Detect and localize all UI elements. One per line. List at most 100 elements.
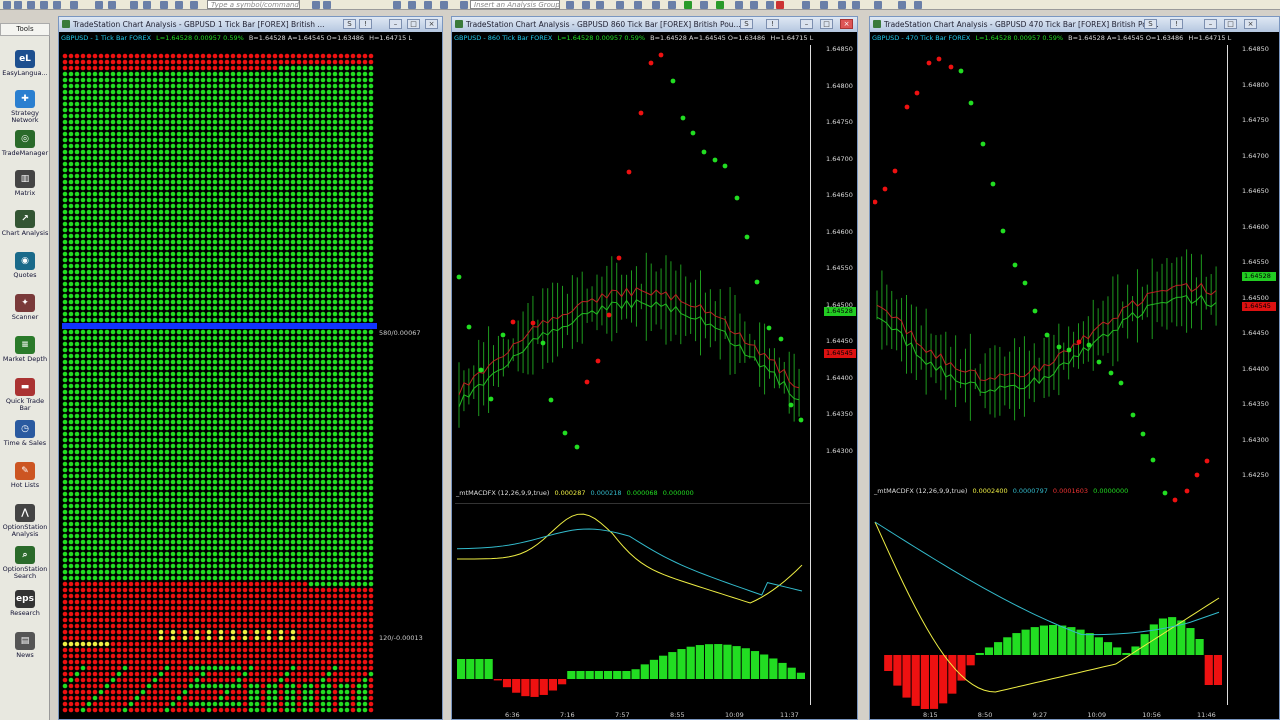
zoom-out-icon[interactable] [750,1,758,9]
sidebar-item-quick-trade-bar[interactable]: ▬ Quick Trade Bar [0,378,50,412]
analysis-group-icon[interactable] [460,1,468,9]
sidebar-item-label: Strategy Network [11,109,39,124]
tick-dot [140,353,146,359]
tick-dot [158,317,164,323]
find-icon[interactable] [160,1,168,9]
cut-icon[interactable] [70,1,78,9]
sidebar-item-time-sales[interactable]: ◷ Time & Sales [0,420,50,447]
tick-dot [98,59,104,65]
symbol-lookup-icon[interactable] [323,1,331,9]
sidebar-item-scanner[interactable]: ✦ Scanner [0,294,50,321]
window-menu-button[interactable]: ! [359,19,372,29]
new-icon[interactable] [3,1,11,9]
sidebar-item-market-depth[interactable]: ≡ Market Depth [0,336,50,363]
bar-green-icon[interactable] [684,1,692,9]
go-icon[interactable] [312,1,320,9]
crosshair-icon[interactable] [852,1,860,9]
up-icon[interactable] [716,1,724,9]
tick-dot [140,149,146,155]
tick-dot [110,179,116,185]
minimize-button[interactable]: – [389,19,402,29]
tick-dot [140,515,146,521]
sidebar-item-trademanager[interactable]: ◎ TradeManager [0,130,50,157]
tick-dot [236,257,242,263]
kagi-icon[interactable] [652,1,660,9]
tick-dot [212,569,218,575]
sidebar-item-research[interactable]: eps Research [0,590,50,617]
paste-icon[interactable] [108,1,116,9]
help-icon[interactable] [914,1,922,9]
zoom-in-icon[interactable] [735,1,743,9]
workspace-icon[interactable] [40,1,48,9]
tick-dot [332,161,338,167]
tick-dot [254,527,260,533]
tick-dot [356,473,362,479]
symbol-command-input[interactable]: Type a symbol/command [207,0,300,9]
sidebar-item-strategy-network[interactable]: ✚ Strategy Network [0,90,50,124]
sidebar-item-news[interactable]: ▤ News [0,632,50,659]
data-window-icon[interactable] [820,1,828,9]
tick-dot [224,167,230,173]
tick-dot [188,365,194,371]
sidebar-item-optionstation-analysis[interactable]: ⋀ OptionStation Analysis [0,504,50,538]
tick-dot [296,611,302,617]
scroll-icon[interactable] [766,1,774,9]
tick-dot [86,131,92,137]
tick-dot [308,89,314,95]
tick-dot [212,611,218,617]
tools-header[interactable]: Tools [0,23,50,36]
tick-dot [116,119,122,125]
tick-dot [356,575,362,581]
tick-dot [230,413,236,419]
tick-dot [320,389,326,395]
sidebar-item-chart-analysis[interactable]: ↗ Chart Analysis [0,210,50,237]
tick-dot [176,233,182,239]
print-icon[interactable] [53,1,61,9]
copy-icon[interactable] [95,1,103,9]
tick-dot [308,473,314,479]
pointer-icon[interactable] [838,1,846,9]
sidebar-item-quotes[interactable]: ◉ Quotes [0,252,50,279]
redo-icon[interactable] [143,1,151,9]
trend-icon[interactable] [700,1,708,9]
drawing-tools-icon[interactable] [874,1,882,9]
indicator-icon[interactable] [424,1,432,9]
maximize-button[interactable]: □ [407,19,420,29]
tick-dot [242,365,248,371]
account-icon[interactable] [190,1,198,9]
tick-dot [152,275,158,281]
sidebar-item-hot-lists[interactable]: ✎ Hot Lists [0,462,50,489]
undo-icon[interactable] [130,1,138,9]
analysis-group-input[interactable]: Insert an Analysis Group [470,0,560,9]
tick-dot [164,581,170,587]
insert-analysis-icon[interactable] [393,1,401,9]
candle-icon[interactable] [596,1,604,9]
bar-chart-icon[interactable] [582,1,590,9]
sidebar-item-optionstation-search[interactable]: ⌕ OptionStation Search [0,546,50,580]
color-icon[interactable] [776,1,784,9]
sidebar-item-matrix[interactable]: ▥ Matrix [0,170,50,197]
close-button[interactable]: × [425,19,438,29]
line-chart-icon[interactable] [616,1,624,9]
chart-window-1-tick[interactable]: TradeStation Chart Analysis - GBPUSD 1 T… [58,16,443,720]
tick-dot [332,257,338,263]
format-icon[interactable] [408,1,416,9]
save-icon[interactable] [27,1,35,9]
tick-dot [140,521,146,527]
tick-dot [200,149,206,155]
symbol-link-button[interactable]: S [343,19,356,29]
order-icon[interactable] [175,1,183,9]
tick-dot [146,371,152,377]
renko-icon[interactable] [668,1,676,9]
sidebar-item-easylanguage[interactable]: eL EasyLangua... [0,50,50,77]
chart-type-icon[interactable] [566,1,574,9]
window-title-bar[interactable]: TradeStation Chart Analysis - GBPUSD 1 T… [59,17,442,32]
magnify-icon[interactable] [802,1,810,9]
open-icon[interactable] [14,1,22,9]
settings-icon[interactable] [898,1,906,9]
tick-dot [176,467,182,473]
point-figure-icon[interactable] [634,1,642,9]
tick-dot [242,611,248,617]
tick-dot [206,263,212,269]
strategy-icon[interactable] [440,1,448,9]
